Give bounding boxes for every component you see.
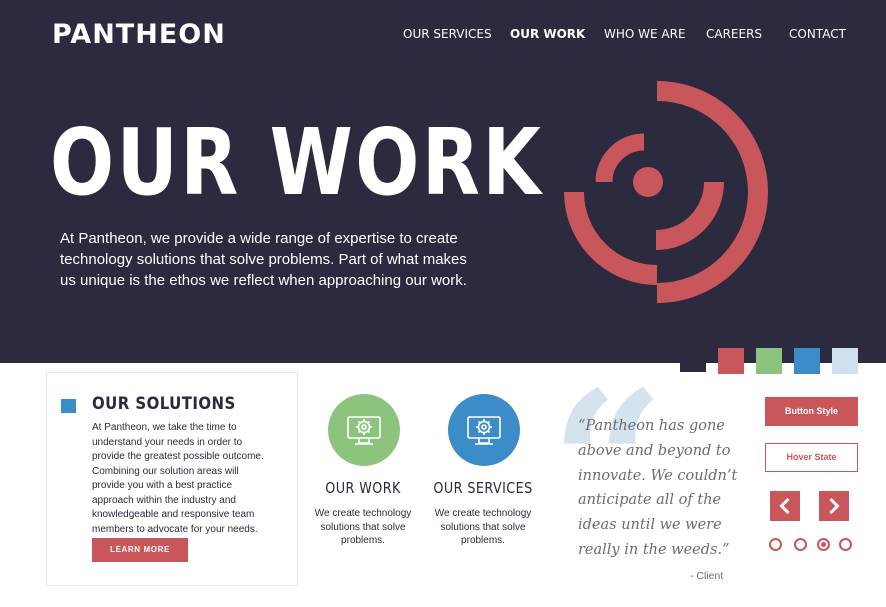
pantheon-target-icon xyxy=(564,81,768,303)
swatch-navy xyxy=(680,348,706,372)
solutions-text: At Pantheon, we take the time to underst… xyxy=(92,422,264,535)
chevron-right-icon xyxy=(829,497,840,515)
swatch-red xyxy=(718,348,744,374)
chevron-left-icon xyxy=(779,497,790,515)
swatch-blue xyxy=(794,348,820,374)
feature-our-services-icon-circle[interactable] xyxy=(448,394,520,466)
solutions-title: OUR SOLUTIONS xyxy=(92,394,236,414)
prev-arrow-button[interactable] xyxy=(770,491,800,521)
main-nav: OUR SERVICES OUR WORK WHO WE ARE CAREERS… xyxy=(0,26,886,42)
solutions-card: OUR SOLUTIONS At Pantheon, we take the t… xyxy=(46,372,298,586)
nav-careers[interactable]: CAREERS xyxy=(706,26,762,42)
pagination-dot-1[interactable] xyxy=(769,538,782,551)
monitor-gear-icon xyxy=(467,416,501,445)
feature-our-services-text: We create technology solutions that solv… xyxy=(434,508,532,546)
swatch-light-blue xyxy=(832,348,858,374)
feature-our-work-icon-circle[interactable] xyxy=(328,394,400,466)
next-arrow-button[interactable] xyxy=(819,491,849,521)
pagination-dot-2[interactable] xyxy=(794,538,807,551)
nav-our-services[interactable]: OUR SERVICES xyxy=(403,26,492,42)
feature-our-work-title: OUR WORK xyxy=(325,479,401,497)
nav-who-we-are[interactable]: WHO WE ARE xyxy=(604,26,686,42)
square-icon xyxy=(61,399,76,413)
testimonial-cite: - Client xyxy=(690,570,724,582)
feature-our-work-text: We create technology solutions that solv… xyxy=(314,508,412,546)
testimonial-quote: “Pantheon has gone above and beyond to i… xyxy=(578,418,738,558)
nav-our-work[interactable]: OUR WORK xyxy=(510,26,585,42)
feature-our-services-title: OUR SERVICES xyxy=(433,479,533,497)
pagination-dot-4[interactable] xyxy=(839,538,852,551)
pagination-dot-3[interactable] xyxy=(817,538,830,551)
button-style-sample[interactable]: Button Style xyxy=(765,397,858,426)
nav-contact[interactable]: CONTACT xyxy=(789,26,846,42)
hero-description: At Pantheon, we provide a wide range of … xyxy=(60,230,467,289)
learn-more-button[interactable]: LEARN MORE xyxy=(92,538,188,562)
hero-section: PANTHEON OUR SERVICES OUR WORK WHO WE AR… xyxy=(0,0,886,363)
hover-state-sample[interactable]: Hover State xyxy=(765,443,858,472)
monitor-gear-icon xyxy=(347,416,381,445)
page-title: OUR WORK xyxy=(50,109,544,216)
swatch-green xyxy=(756,348,782,374)
